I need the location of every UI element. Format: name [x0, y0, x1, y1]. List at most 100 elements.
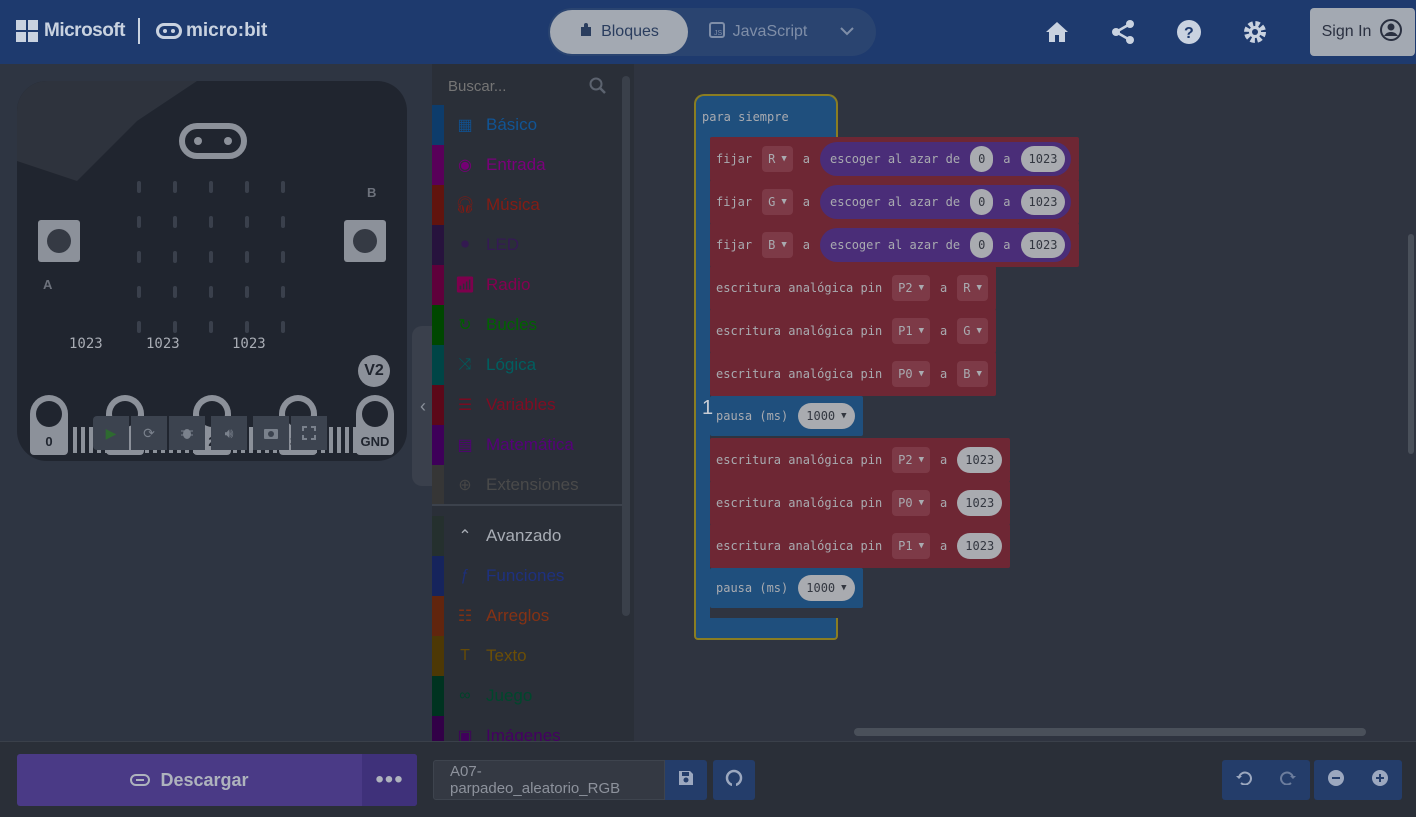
toolbox-category-1[interactable]: ◉ Entrada	[432, 145, 622, 185]
random-block[interactable]: escoger al azar de 0 a 1023	[820, 142, 1072, 176]
project-name-input[interactable]: A07-parpadeo_aleatorio_RGB	[433, 760, 665, 800]
led	[209, 286, 213, 298]
workspace-vertical-scrollbar[interactable]	[1408, 234, 1414, 454]
pause-duration-value: 1000	[806, 581, 836, 595]
sound-icon[interactable]: 🔊︎	[211, 416, 247, 450]
face-logo-icon[interactable]	[179, 123, 247, 159]
fullscreen-icon[interactable]	[291, 416, 327, 450]
dropdown-field[interactable]: G ▼	[957, 318, 988, 344]
sign-in-button[interactable]: Sign In	[1310, 8, 1415, 56]
more-options-button[interactable]: •••	[362, 754, 417, 806]
play-icon[interactable]: ▶	[93, 416, 129, 450]
help-icon[interactable]: ?	[1175, 18, 1203, 46]
dropdown-field[interactable]: G ▼	[762, 189, 793, 215]
workspace-horizontal-scrollbar[interactable]	[854, 728, 1366, 736]
analog-write-block[interactable]: escritura analógica pin P0 ▼ a B ▼	[710, 352, 996, 396]
github-button[interactable]	[713, 760, 755, 800]
screenshot-icon[interactable]	[253, 416, 289, 450]
zoom-out-button[interactable]	[1314, 760, 1358, 800]
dropdown-field[interactable]: R ▼	[762, 146, 793, 172]
settings-icon[interactable]	[1241, 18, 1269, 46]
set-variable-block[interactable]: fijar R ▼ a escoger al azar de 0 a 1023	[710, 137, 1080, 181]
tab-javascript[interactable]: JS JavaScript	[698, 10, 818, 54]
dropdown-field[interactable]: P1 ▼	[892, 533, 931, 559]
analog-write-block[interactable]: escritura analógica pin P1 ▼ a 1023	[710, 524, 1011, 568]
pause-duration-field[interactable]: 1000 ▼	[798, 575, 855, 601]
number-field[interactable]: 1023	[1020, 232, 1066, 258]
analog-write-block[interactable]: escritura analógica pin P2 ▼ a 1023	[710, 438, 1011, 482]
microsoft-logo-icon	[16, 20, 38, 42]
dropdown-field[interactable]: P1 ▼	[892, 318, 931, 344]
led	[245, 216, 249, 228]
caret-down-icon: ▼	[841, 583, 847, 593]
blocks-workspace[interactable]: para siempre fijar R ▼ a escoger al azar de 0…	[634, 64, 1416, 741]
set-variable-block[interactable]: fijar B ▼ a escoger al azar de 0 a 1023	[710, 223, 1080, 267]
toolbox-category-adv-0[interactable]: ƒ Funciones	[432, 556, 622, 596]
led	[209, 251, 213, 263]
toolbox-scrollbar[interactable]	[622, 76, 630, 616]
number-field[interactable]: 0	[970, 189, 994, 215]
analog-write-block[interactable]: escritura analógica pin P1 ▼ a G ▼	[710, 309, 996, 353]
toolbox-category-adv-2[interactable]: T Texto	[432, 636, 622, 676]
search-icon[interactable]	[589, 77, 607, 95]
toolbox-category-3[interactable]: ⏺ LED	[432, 225, 622, 265]
download-button[interactable]: Descargar	[17, 770, 362, 791]
toolbox-category-2[interactable]: 🎧︎ Música	[432, 185, 622, 225]
restart-icon[interactable]: ⟳	[131, 416, 167, 450]
toolbox-category-8[interactable]: ▤ Matemática	[432, 425, 622, 465]
analog-write-block[interactable]: escritura analógica pin P0 ▼ a 1023	[710, 481, 1011, 525]
debug-icon[interactable]	[169, 416, 205, 450]
dropdown-field[interactable]: P2 ▼	[892, 275, 931, 301]
toolbox-category-7[interactable]: ☰ Variables	[432, 385, 622, 425]
dropdown-field[interactable]: P0 ▼	[892, 361, 931, 387]
toolbox-category-adv-1[interactable]: ☷ Arreglos	[432, 596, 622, 636]
toolbox-category-0[interactable]: ▦ Básico	[432, 105, 622, 145]
dropdown-field[interactable]: R ▼	[957, 275, 988, 301]
number-field[interactable]: 1023	[957, 533, 1003, 559]
pin-0[interactable]: 0	[30, 395, 68, 455]
random-block[interactable]: escoger al azar de 0 a 1023	[820, 228, 1072, 262]
toolbox-category-5[interactable]: ↻ Bucles	[432, 305, 622, 345]
pause-block[interactable]: pausa (ms) 1000 ▼	[710, 396, 863, 436]
number-field[interactable]: 1023	[1020, 146, 1066, 172]
number-field[interactable]: 0	[970, 232, 994, 258]
tab-blocks[interactable]: Bloques	[550, 10, 688, 54]
number-field[interactable]: 1023	[957, 447, 1003, 473]
microsoft-logo[interactable]: Microsoft	[16, 20, 126, 42]
analog-write-block[interactable]: escritura analógica pin P2 ▼ a R ▼	[710, 266, 996, 310]
number-field[interactable]: 1023	[1020, 189, 1066, 215]
pin-gnd[interactable]: GND	[356, 395, 394, 455]
toolbox-category-adv-3[interactable]: ∞ Juego	[432, 676, 622, 716]
pause-duration-field[interactable]: 1000 ▼	[798, 403, 855, 429]
undo-button[interactable]	[1222, 760, 1266, 800]
toolbox-category-9[interactable]: ⊕ Extensiones	[432, 465, 622, 505]
random-block[interactable]: escoger al azar de 0 a 1023	[820, 185, 1072, 219]
button-b[interactable]	[344, 220, 386, 262]
toolbox-category-4[interactable]: 📶︎ Radio	[432, 265, 622, 305]
language-dropdown[interactable]	[832, 10, 862, 54]
dropdown-field[interactable]: P0 ▼	[892, 490, 931, 516]
dropdown-value: P2	[898, 281, 913, 295]
home-icon[interactable]	[1043, 18, 1071, 46]
led	[137, 216, 141, 228]
led	[173, 286, 177, 298]
pause-block[interactable]: pausa (ms) 1000 ▼	[710, 568, 863, 608]
microbit-logo[interactable]: micro:bit	[156, 20, 267, 42]
to-label: a	[1003, 238, 1011, 252]
share-icon[interactable]	[1110, 18, 1138, 46]
dropdown-field[interactable]: P2 ▼	[892, 447, 931, 473]
save-button[interactable]	[665, 760, 707, 800]
collapse-simulator-button[interactable]: ‹	[412, 326, 434, 486]
toolbox-category-6[interactable]: ⤨ Lógica	[432, 345, 622, 385]
dropdown-field[interactable]: B ▼	[957, 361, 988, 387]
dropdown-field[interactable]: B ▼	[762, 232, 793, 258]
number-field[interactable]: 1023	[957, 490, 1003, 516]
set-variable-block[interactable]: fijar G ▼ a escoger al azar de 0 a 1023	[710, 180, 1080, 224]
redo-button[interactable]	[1266, 760, 1310, 800]
zoom-in-button[interactable]	[1358, 760, 1402, 800]
toolbox-advanced-toggle[interactable]: ⌃ Avanzado	[432, 516, 622, 556]
forever-block[interactable]: para siempre	[694, 94, 838, 138]
button-a[interactable]	[38, 220, 80, 262]
toolbox-category-adv-4[interactable]: ▣ Imágenes	[432, 716, 622, 741]
number-field[interactable]: 0	[970, 146, 994, 172]
